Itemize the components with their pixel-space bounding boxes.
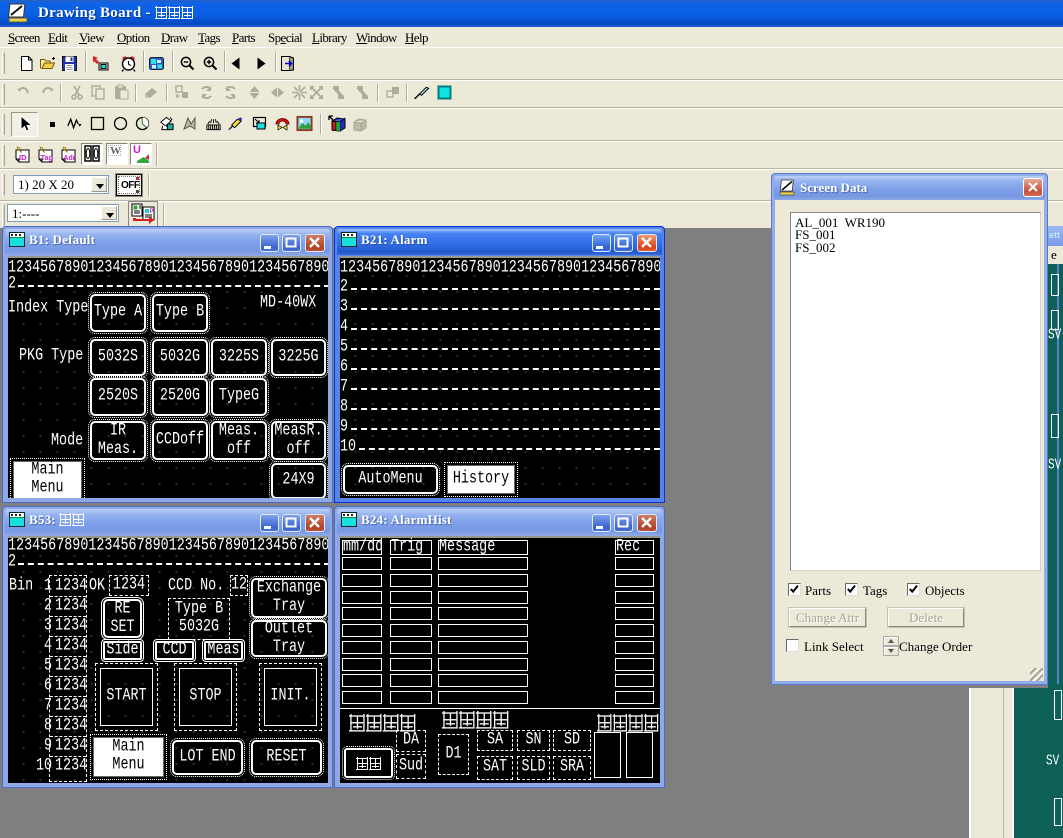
svg-text:P: P bbox=[150, 209, 154, 215]
svg-text:Adr: Adr bbox=[63, 155, 75, 162]
svg-text:Tag: Tag bbox=[41, 155, 53, 162]
svg-text:ID: ID bbox=[19, 153, 27, 162]
